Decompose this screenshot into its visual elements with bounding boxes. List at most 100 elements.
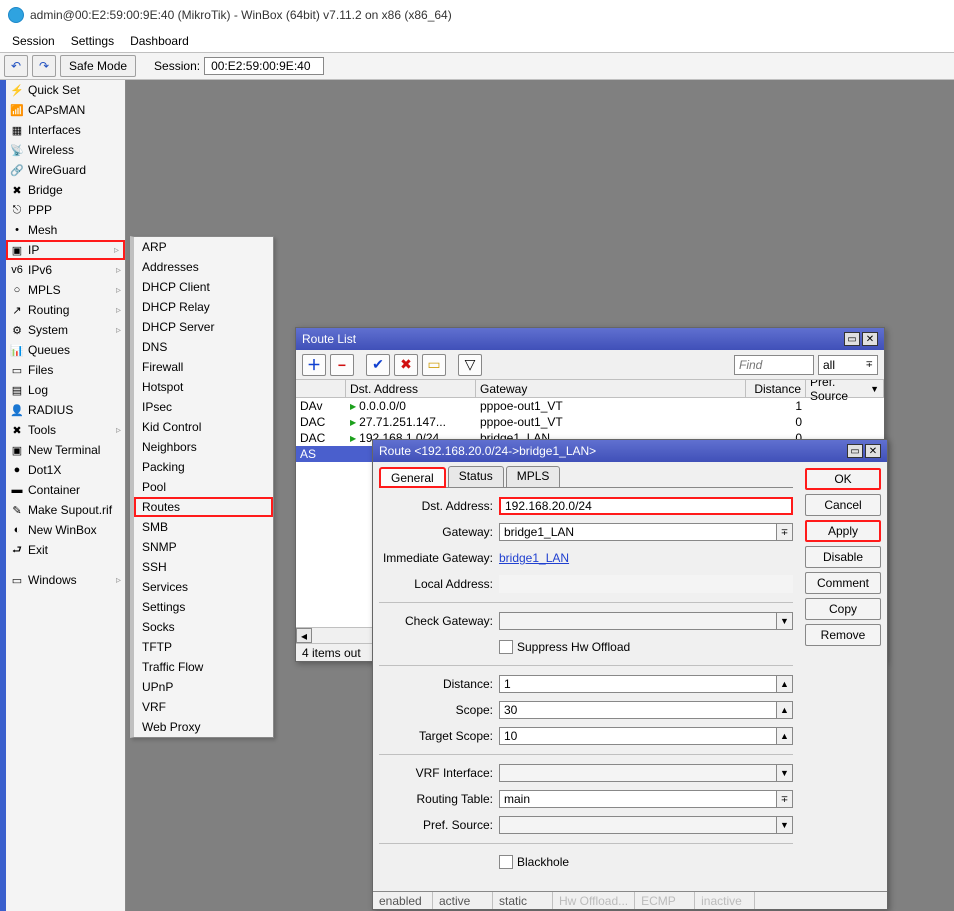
submenu-item-routes[interactable]: Routes (134, 497, 273, 517)
apply-button[interactable]: Apply (805, 520, 881, 542)
target-scope-input[interactable]: 10 (499, 727, 777, 745)
submenu-item-smb[interactable]: SMB (134, 517, 273, 537)
submenu-item-upnp[interactable]: UPnP (134, 677, 273, 697)
sidebar-item-wireless[interactable]: 📡Wireless (6, 140, 125, 160)
check-gateway-input[interactable] (499, 612, 777, 630)
filter-select[interactable]: all∓ (818, 355, 878, 375)
undo-button[interactable]: ↶ (4, 55, 28, 77)
add-button[interactable]: ＋ (302, 354, 326, 376)
psrc-arrow-icon[interactable]: ▼ (777, 816, 793, 834)
minimize-icon[interactable]: ▭ (844, 332, 860, 346)
scope-input[interactable]: 30 (499, 701, 777, 719)
scope-spinner-icon[interactable]: ▲ (777, 701, 793, 719)
sidebar-item-interfaces[interactable]: ▦Interfaces (6, 120, 125, 140)
blackhole-checkbox[interactable] (499, 855, 513, 869)
table-row[interactable]: DAC▶27.71.251.147...pppoe-out1_VT0 (296, 414, 884, 430)
submenu-item-web-proxy[interactable]: Web Proxy (134, 717, 273, 737)
remove-button[interactable]: Remove (805, 624, 881, 646)
rtable-dropdown-icon[interactable]: ∓ (777, 790, 793, 808)
sidebar-item-wireguard[interactable]: 🔗WireGuard (6, 160, 125, 180)
gateway-dropdown-icon[interactable]: ∓ (777, 523, 793, 541)
sidebar-item-ppp[interactable]: ⎋PPP (6, 200, 125, 220)
tab-mpls[interactable]: MPLS (506, 466, 561, 487)
submenu-item-ipsec[interactable]: IPsec (134, 397, 273, 417)
tab-general[interactable]: General (379, 467, 446, 488)
sidebar-item-new-winbox[interactable]: ◐New WinBox (6, 520, 125, 540)
submenu-item-socks[interactable]: Socks (134, 617, 273, 637)
submenu-item-packing[interactable]: Packing (134, 457, 273, 477)
close-icon[interactable]: ✕ (865, 444, 881, 458)
local-address-input[interactable] (499, 575, 793, 593)
minimize-icon[interactable]: ▭ (847, 444, 863, 458)
submenu-item-services[interactable]: Services (134, 577, 273, 597)
col-dst[interactable]: Dst. Address (346, 380, 476, 397)
check-gateway-arrow-icon[interactable]: ▼ (777, 612, 793, 630)
comment-button[interactable]: ▭ (422, 354, 446, 376)
sidebar-item-tools[interactable]: ✖Tools▹ (6, 420, 125, 440)
copy-button[interactable]: Copy (805, 598, 881, 620)
pref-source-input[interactable] (499, 816, 777, 834)
cancel-button[interactable]: Cancel (805, 494, 881, 516)
sidebar-item-new-terminal[interactable]: ▣New Terminal (6, 440, 125, 460)
disable-button[interactable]: Disable (805, 546, 881, 568)
col-gateway[interactable]: Gateway (476, 380, 746, 397)
submenu-item-snmp[interactable]: SNMP (134, 537, 273, 557)
find-input[interactable] (734, 355, 814, 375)
sidebar-item-system[interactable]: ⚙System▹ (6, 320, 125, 340)
sidebar-item-radius[interactable]: 👤RADIUS (6, 400, 125, 420)
distance-input[interactable]: 1 (499, 675, 777, 693)
submenu-item-dhcp-client[interactable]: DHCP Client (134, 277, 273, 297)
close-icon[interactable]: ✕ (862, 332, 878, 346)
submenu-item-kid-control[interactable]: Kid Control (134, 417, 273, 437)
submenu-item-arp[interactable]: ARP (134, 237, 273, 257)
tab-status[interactable]: Status (448, 466, 504, 487)
submenu-item-dhcp-server[interactable]: DHCP Server (134, 317, 273, 337)
vrf-input[interactable] (499, 764, 777, 782)
sidebar-item-files[interactable]: ▭Files (6, 360, 125, 380)
menu-dashboard[interactable]: Dashboard (122, 32, 197, 50)
disable-button[interactable]: ✖ (394, 354, 418, 376)
suppress-hw-checkbox[interactable] (499, 640, 513, 654)
sidebar-item-exit[interactable]: ⮐Exit (6, 540, 125, 560)
col-pref-source[interactable]: Pref. Source▼ (806, 380, 884, 397)
submenu-item-dhcp-relay[interactable]: DHCP Relay (134, 297, 273, 317)
routing-table-input[interactable]: main (499, 790, 777, 808)
col-distance[interactable]: Distance (746, 380, 806, 397)
sidebar-item-windows[interactable]: ▭Windows▹ (6, 570, 125, 590)
sidebar-item-capsman[interactable]: 📶CAPsMAN (6, 100, 125, 120)
sidebar-item-make-supout.rif[interactable]: ✎Make Supout.rif (6, 500, 125, 520)
enable-button[interactable]: ✔ (366, 354, 390, 376)
submenu-item-neighbors[interactable]: Neighbors (134, 437, 273, 457)
sidebar-item-mesh[interactable]: •Mesh (6, 220, 125, 240)
safe-mode-button[interactable]: Safe Mode (60, 55, 136, 77)
remove-button[interactable]: − (330, 354, 354, 376)
submenu-item-tftp[interactable]: TFTP (134, 637, 273, 657)
distance-spinner-icon[interactable]: ▲ (777, 675, 793, 693)
submenu-item-ssh[interactable]: SSH (134, 557, 273, 577)
menu-settings[interactable]: Settings (63, 32, 122, 50)
dst-address-input[interactable]: 192.168.20.0/24 (499, 497, 793, 515)
submenu-item-dns[interactable]: DNS (134, 337, 273, 357)
gateway-input[interactable]: bridge1_LAN (499, 523, 777, 541)
tscope-spinner-icon[interactable]: ▲ (777, 727, 793, 745)
submenu-item-addresses[interactable]: Addresses (134, 257, 273, 277)
sidebar-item-queues[interactable]: 📊Queues (6, 340, 125, 360)
route-list-titlebar[interactable]: Route List ▭ ✕ (296, 328, 884, 350)
submenu-item-vrf[interactable]: VRF (134, 697, 273, 717)
sidebar-item-quick-set[interactable]: ⚡Quick Set (6, 80, 125, 100)
immediate-gateway-link[interactable]: bridge1_LAN (499, 551, 569, 565)
sidebar-item-routing[interactable]: ↗Routing▹ (6, 300, 125, 320)
vrf-arrow-icon[interactable]: ▼ (777, 764, 793, 782)
sidebar-item-bridge[interactable]: ✖Bridge (6, 180, 125, 200)
sidebar-item-log[interactable]: ▤Log (6, 380, 125, 400)
route-dialog-titlebar[interactable]: Route <192.168.20.0/24->bridge1_LAN> ▭ ✕ (373, 440, 887, 462)
menu-session[interactable]: Session (4, 32, 63, 50)
submenu-item-firewall[interactable]: Firewall (134, 357, 273, 377)
comment-button[interactable]: Comment (805, 572, 881, 594)
redo-button[interactable]: ↷ (32, 55, 56, 77)
table-row[interactable]: DAv▶0.0.0.0/0pppoe-out1_VT1 (296, 398, 884, 414)
sidebar-item-container[interactable]: ▬Container (6, 480, 125, 500)
scroll-left-icon[interactable]: ◂ (296, 628, 312, 643)
filter-button[interactable]: ▽ (458, 354, 482, 376)
sidebar-item-dot1x[interactable]: ●Dot1X (6, 460, 125, 480)
